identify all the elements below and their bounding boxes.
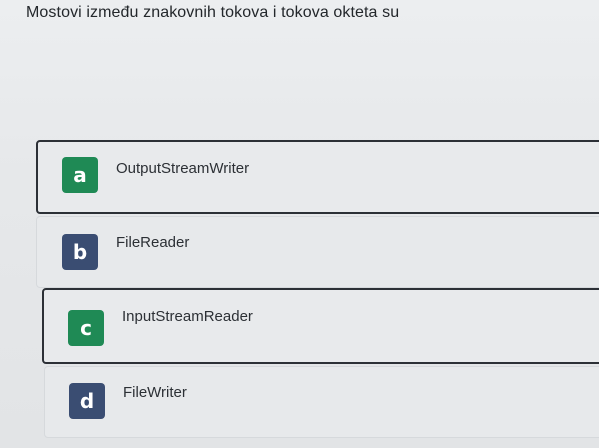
option-d[interactable]: d FileWriter <box>44 366 599 438</box>
option-b-label: FileReader <box>116 234 190 251</box>
option-d-label: FileWriter <box>123 384 187 401</box>
option-b[interactable]: b FileReader <box>36 216 599 288</box>
option-a-label: OutputStreamWriter <box>116 160 250 177</box>
option-b-letter-badge: b <box>62 234 98 270</box>
option-c[interactable]: c InputStreamReader <box>42 288 599 364</box>
option-a-letter-badge: a <box>62 157 98 193</box>
question-text: Mostovi između znakovnih tokova i tokova… <box>26 4 400 21</box>
option-d-letter-badge: d <box>69 383 105 419</box>
option-c-letter-badge: c <box>68 310 104 346</box>
option-c-label: InputStreamReader <box>122 308 253 325</box>
option-a[interactable]: a OutputStreamWriter <box>36 140 599 214</box>
